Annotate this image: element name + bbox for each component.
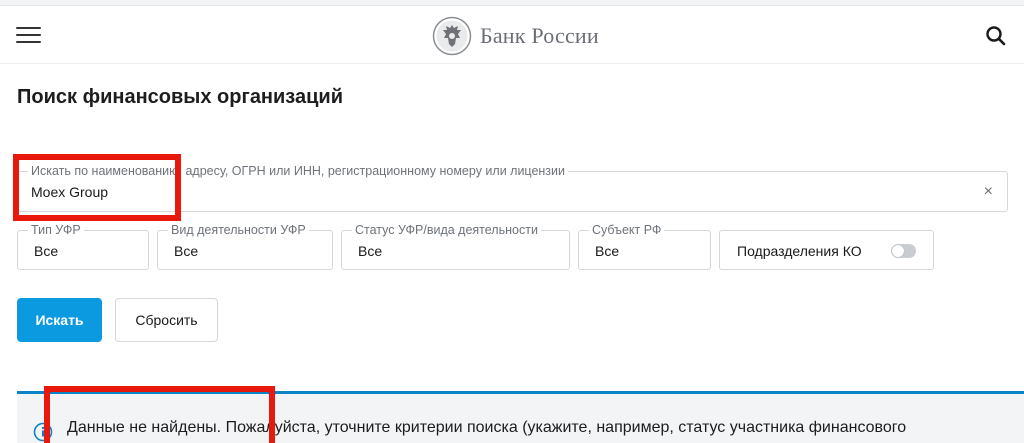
filter-ufr-status[interactable]: Статус УФР/вида деятельности Все [341,223,570,270]
toggle-knob [892,245,904,257]
hamburger-icon[interactable] [16,26,41,46]
ko-divisions-toggle[interactable] [891,244,916,258]
reset-button[interactable]: Сбросить [115,298,218,342]
filter-label: Вид деятельности УФР [168,223,309,237]
search-input[interactable]: Искать по наименованию, адресу, ОГРН или… [17,164,1008,212]
filter-label: Субъект РФ [589,223,665,237]
search-input-label: Искать по наименованию, адресу, ОГРН или… [28,164,568,178]
ko-divisions-filter: Подразделения КО [719,230,934,270]
info-icon [33,422,53,442]
ko-divisions-label: Подразделения КО [737,243,862,259]
filter-label: Тип УФР [28,223,84,237]
filter-ufr-activity[interactable]: Вид деятельности УФР Все [157,223,333,270]
filter-value: Все [34,243,59,259]
search-icon[interactable] [985,25,1007,47]
site-header: Банк России [0,6,1024,64]
filter-value: Все [358,243,383,259]
search-button[interactable]: Искать [17,298,102,342]
search-input-value[interactable]: Moex Group [31,184,108,200]
filter-label: Статус УФР/вида деятельности [352,223,541,237]
page-title: Поиск финансовых организаций [17,86,343,108]
clear-icon[interactable]: × [984,183,993,201]
filter-ufr-type[interactable]: Тип УФР Все [17,223,149,270]
filter-region[interactable]: Субъект РФ Все [578,223,711,270]
brand-logo[interactable]: Банк России [432,16,599,56]
brand-name: Банк России [480,23,599,48]
filter-value: Все [174,243,199,259]
no-results-notice: Данные не найдены. Пожалуйста, уточните … [17,391,1024,443]
filter-value: Все [595,243,620,259]
double-headed-eagle-icon [432,16,472,56]
notice-text: Данные не найдены. Пожалуйста, уточните … [67,419,907,436]
